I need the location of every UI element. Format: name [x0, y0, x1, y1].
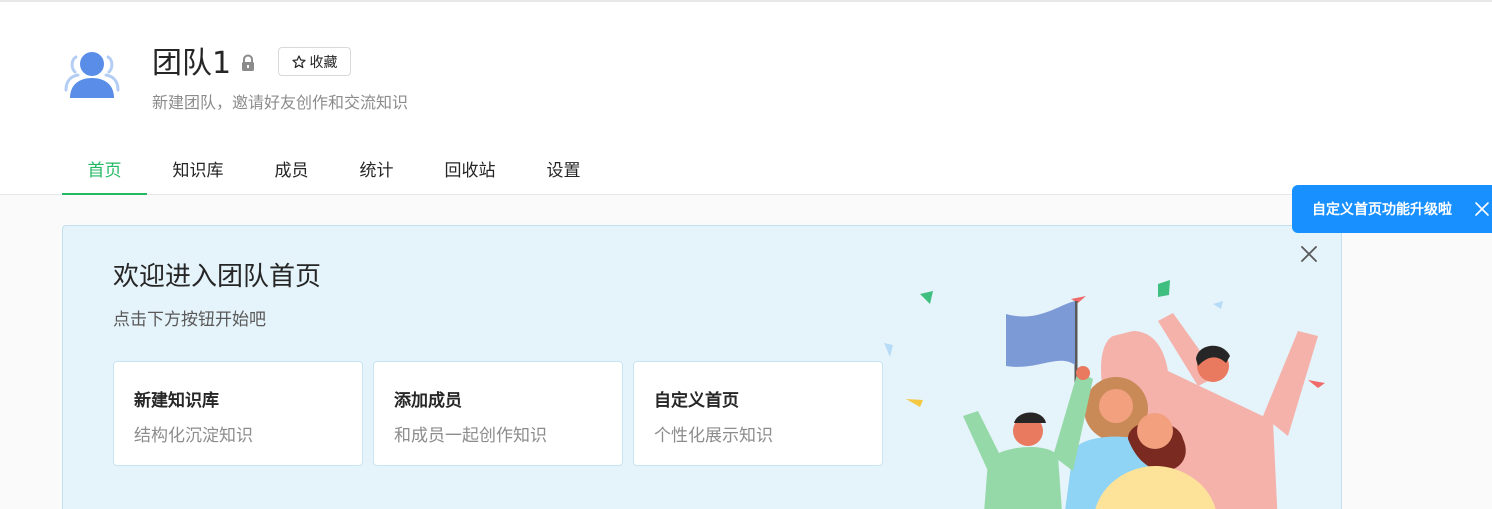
card-title: 添加成员 [394, 391, 462, 411]
team-avatar-icon [64, 52, 120, 98]
welcome-subtitle: 点击下方按钮开始吧 [113, 310, 266, 330]
banner-close-icon[interactable] [1297, 242, 1321, 266]
add-member-card[interactable]: 添加成员 和成员一起创作知识 [373, 361, 623, 466]
welcome-title: 欢迎进入团队首页 [113, 262, 322, 292]
tab-recycle-bin[interactable]: 回收站 [419, 142, 521, 195]
favorite-label: 收藏 [309, 54, 338, 71]
card-title: 自定义首页 [654, 391, 739, 411]
close-icon[interactable] [1474, 201, 1490, 217]
tab-knowledge-base[interactable]: 知识库 [147, 142, 249, 195]
card-description: 和成员一起创作知识 [394, 426, 547, 446]
team-description: 新建团队，邀请好友创作和交流知识 [152, 93, 409, 112]
customize-homepage-card[interactable]: 自定义首页 个性化展示知识 [633, 361, 883, 466]
tab-statistics[interactable]: 统计 [334, 142, 419, 195]
card-description: 个性化展示知识 [654, 426, 773, 446]
tab-settings[interactable]: 设置 [521, 142, 606, 195]
team-title: 团队1 [152, 46, 232, 81]
welcome-banner: 欢迎进入团队首页 点击下方按钮开始吧 新建知识库 结构化沉淀知识 添加成员 和成… [62, 225, 1342, 509]
lock-icon [242, 54, 254, 71]
card-description: 结构化沉淀知识 [134, 426, 253, 446]
upgrade-notification[interactable]: 自定义首页功能升级啦 [1292, 185, 1492, 233]
star-icon [291, 54, 306, 68]
new-knowledge-base-card[interactable]: 新建知识库 结构化沉淀知识 [113, 361, 363, 466]
notification-text: 自定义首页功能升级啦 [1312, 202, 1452, 218]
tab-home[interactable]: 首页 [62, 142, 147, 195]
tab-bar: 首页 知识库 成员 统计 回收站 设置 [62, 142, 606, 195]
celebration-illustration [884, 280, 1325, 509]
card-title: 新建知识库 [134, 391, 219, 411]
team-header: 团队1 收藏 新建团队，邀请好友创作和交流知识 首页 知识库 成员 统计 回收站… [0, 2, 1492, 195]
favorite-button[interactable]: 收藏 [278, 47, 351, 76]
tab-members[interactable]: 成员 [249, 142, 334, 195]
